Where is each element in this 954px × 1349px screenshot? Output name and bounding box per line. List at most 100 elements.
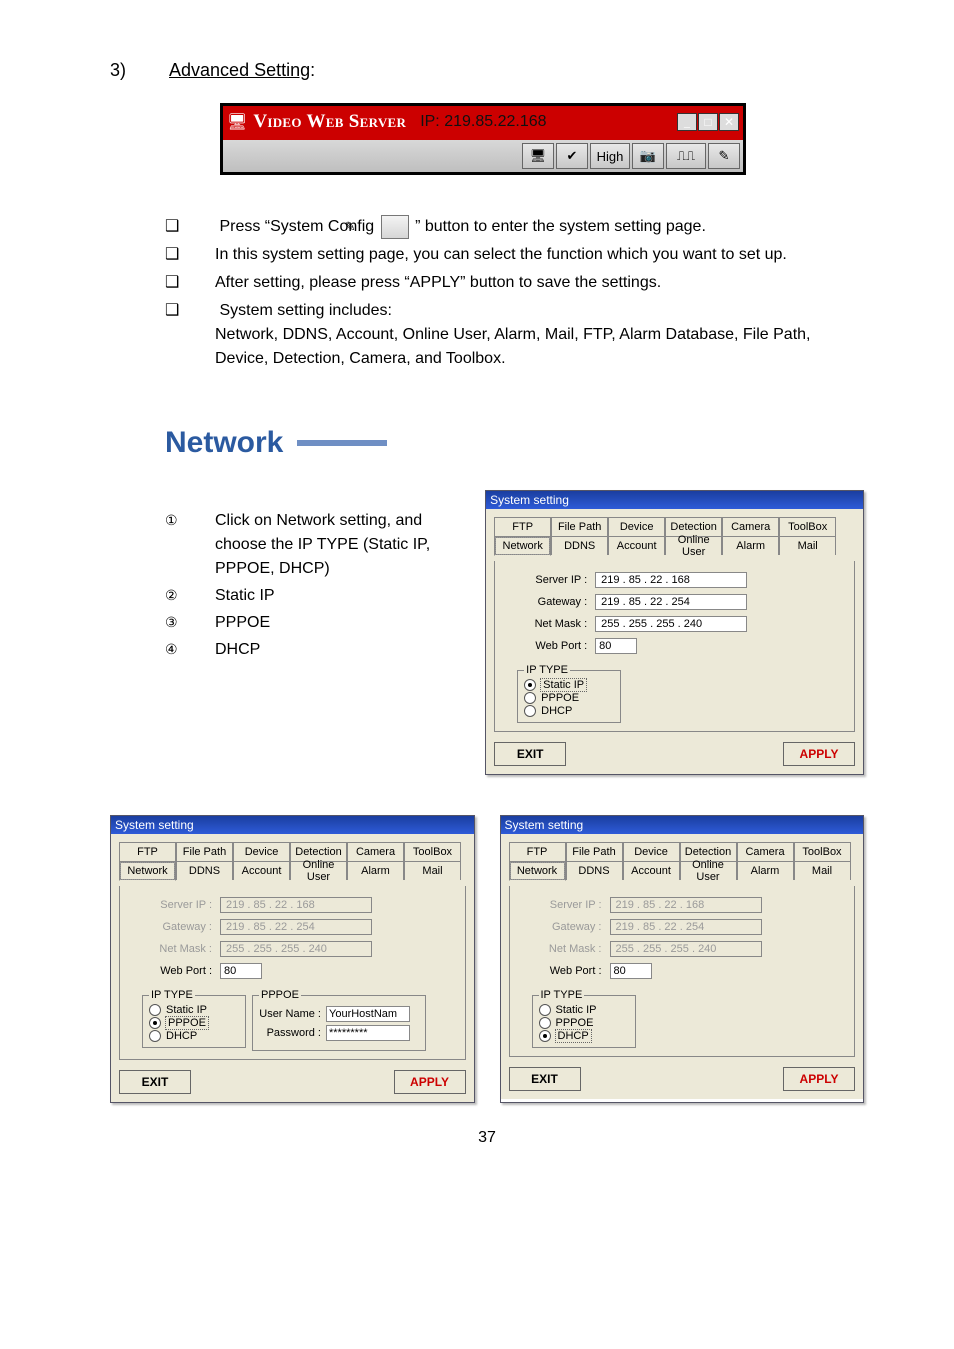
iptype-radio-static-ip[interactable]: Static IP <box>539 1004 629 1016</box>
high-button[interactable]: High <box>590 143 630 169</box>
tab-file-path[interactable]: File Path <box>551 517 608 536</box>
tab-account[interactable]: Account <box>608 536 665 555</box>
tab-device[interactable]: Device <box>623 842 680 861</box>
netmask-row: Net Mask : 255 . 255 . 255 . 240 <box>517 616 846 632</box>
camera-icon[interactable]: 📷 <box>632 143 664 169</box>
config-icon[interactable]: ✎ <box>708 143 740 169</box>
iptype-radio-dhcp[interactable]: DHCP <box>539 1030 629 1042</box>
sliders-icon[interactable]: ⎍⎍ <box>666 143 706 169</box>
tab-camera[interactable]: Camera <box>347 842 404 861</box>
tabs: FTPFile PathDeviceDetectionCameraToolBox… <box>509 842 856 881</box>
tab-mail[interactable]: Mail <box>779 536 836 555</box>
webport-field[interactable]: 80 <box>220 963 262 979</box>
server-ip-field: 219 . 85 . 22 . 168 <box>220 897 372 913</box>
heading-bar-icon <box>297 440 387 446</box>
tab-online-user[interactable]: Online User <box>680 861 737 880</box>
tab-mail[interactable]: Mail <box>404 861 461 880</box>
tab-alarm[interactable]: Alarm <box>347 861 404 880</box>
window-buttons: _ □ ✕ <box>677 113 739 131</box>
tab-device[interactable]: Device <box>233 842 290 861</box>
tab-network[interactable]: Network <box>494 536 551 556</box>
tab-device[interactable]: Device <box>608 517 665 536</box>
server-ip-row: Server IP : 219 . 85 . 22 . 168 <box>142 897 457 913</box>
step-3: ③PPPOE <box>165 611 460 635</box>
instruction-item: Press “System Config ✎ ” button to enter… <box>165 215 864 239</box>
tab-toolbox[interactable]: ToolBox <box>779 517 836 536</box>
maximize-button[interactable]: □ <box>698 113 718 131</box>
apply-button[interactable]: APPLY <box>783 742 855 766</box>
panel-title: System setting <box>111 816 474 834</box>
tab-content: Server IP : 219 . 85 . 22 . 168 Gateway … <box>494 561 855 732</box>
gateway-field[interactable]: 219 . 85 . 22 . 254 <box>595 594 747 610</box>
pppoe-group: PPPOE User Name : Password : <box>252 989 426 1051</box>
exit-button[interactable]: EXIT <box>509 1067 581 1091</box>
iptype-radio-dhcp[interactable]: DHCP <box>524 705 614 717</box>
tab-ftp[interactable]: FTP <box>119 842 176 861</box>
iptype-radio-static-ip[interactable]: Static IP <box>149 1004 239 1016</box>
pppoe-password-input[interactable] <box>326 1025 410 1041</box>
tab-alarm[interactable]: Alarm <box>737 861 794 880</box>
instruction-item: In this system setting page, you can sel… <box>165 243 864 267</box>
check-icon[interactable]: ✔ <box>556 143 588 169</box>
tab-ddns[interactable]: DDNS <box>566 861 623 880</box>
server-ip-field[interactable]: 219 . 85 . 22 . 168 <box>595 572 747 588</box>
pppoe-username-input[interactable] <box>326 1006 410 1022</box>
close-button[interactable]: ✕ <box>719 113 739 131</box>
tab-file-path[interactable]: File Path <box>566 842 623 861</box>
tabs: FTPFile PathDeviceDetectionCameraToolBox… <box>494 517 855 556</box>
netmask-row: Net Mask : 255 . 255 . 255 . 240 <box>532 941 847 957</box>
apply-button[interactable]: APPLY <box>783 1067 855 1091</box>
radio-icon <box>524 679 536 691</box>
tab-network[interactable]: Network <box>119 861 176 881</box>
iptype-radio-dhcp[interactable]: DHCP <box>149 1030 239 1042</box>
system-setting-panel-pppoe: System setting FTPFile PathDeviceDetecti… <box>110 815 475 1103</box>
tab-alarm[interactable]: Alarm <box>722 536 779 555</box>
tab-camera[interactable]: Camera <box>737 842 794 861</box>
tab-network[interactable]: Network <box>509 861 566 881</box>
tab-account[interactable]: Account <box>623 861 680 880</box>
webport-field[interactable]: 80 <box>595 638 637 654</box>
vws-logo-icon: 🖥 <box>227 112 247 132</box>
netmask-field: 255 . 255 . 255 . 240 <box>220 941 372 957</box>
section-header: 3) Advanced Setting: <box>110 60 864 81</box>
netmask-field[interactable]: 255 . 255 . 255 . 240 <box>595 616 747 632</box>
minimize-button[interactable]: _ <box>677 113 697 131</box>
exit-button[interactable]: EXIT <box>494 742 566 766</box>
iptype-radio-pppoe[interactable]: PPPOE <box>539 1017 629 1029</box>
exit-button[interactable]: EXIT <box>119 1070 191 1094</box>
panel-title: System setting <box>501 816 864 834</box>
netmask-field: 255 . 255 . 255 . 240 <box>610 941 762 957</box>
iptype-radio-pppoe[interactable]: PPPOE <box>524 692 614 704</box>
tab-toolbox[interactable]: ToolBox <box>794 842 851 861</box>
radio-icon <box>524 705 536 717</box>
iptype-group: IP TYPE Static IP PPPOE DHCP <box>517 664 621 723</box>
tab-ftp[interactable]: FTP <box>494 517 551 536</box>
tab-content: Server IP : 219 . 85 . 22 . 168 Gateway … <box>509 886 856 1057</box>
tab-account[interactable]: Account <box>233 861 290 880</box>
radio-icon <box>524 692 536 704</box>
iptype-group: IP TYPE Static IP PPPOE DHCP <box>532 989 636 1048</box>
tab-online-user[interactable]: Online User <box>665 536 722 555</box>
tab-online-user[interactable]: Online User <box>290 861 347 880</box>
tab-file-path[interactable]: File Path <box>176 842 233 861</box>
radio-icon <box>149 1017 161 1029</box>
monitor-icon[interactable]: 🖥 <box>522 143 554 169</box>
tab-mail[interactable]: Mail <box>794 861 851 880</box>
server-ip-field: 219 . 85 . 22 . 168 <box>610 897 762 913</box>
vws-toolbar: 🖥 ✔ High 📷 ⎍⎍ ✎ <box>223 140 743 172</box>
tab-ftp[interactable]: FTP <box>509 842 566 861</box>
iptype-radio-static-ip[interactable]: Static IP <box>524 679 614 691</box>
radio-icon <box>539 1004 551 1016</box>
tabs: FTPFile PathDeviceDetectionCameraToolBox… <box>119 842 466 881</box>
apply-button[interactable]: APPLY <box>394 1070 466 1094</box>
gateway-row: Gateway : 219 . 85 . 22 . 254 <box>142 919 457 935</box>
radio-icon <box>539 1017 551 1029</box>
tab-ddns[interactable]: DDNS <box>551 536 608 555</box>
webport-field[interactable]: 80 <box>610 963 652 979</box>
tab-ddns[interactable]: DDNS <box>176 861 233 880</box>
tab-toolbox[interactable]: ToolBox <box>404 842 461 861</box>
page-number: 37 <box>110 1129 864 1147</box>
tab-camera[interactable]: Camera <box>722 517 779 536</box>
gateway-field: 219 . 85 . 22 . 254 <box>610 919 762 935</box>
iptype-radio-pppoe[interactable]: PPPOE <box>149 1017 239 1029</box>
